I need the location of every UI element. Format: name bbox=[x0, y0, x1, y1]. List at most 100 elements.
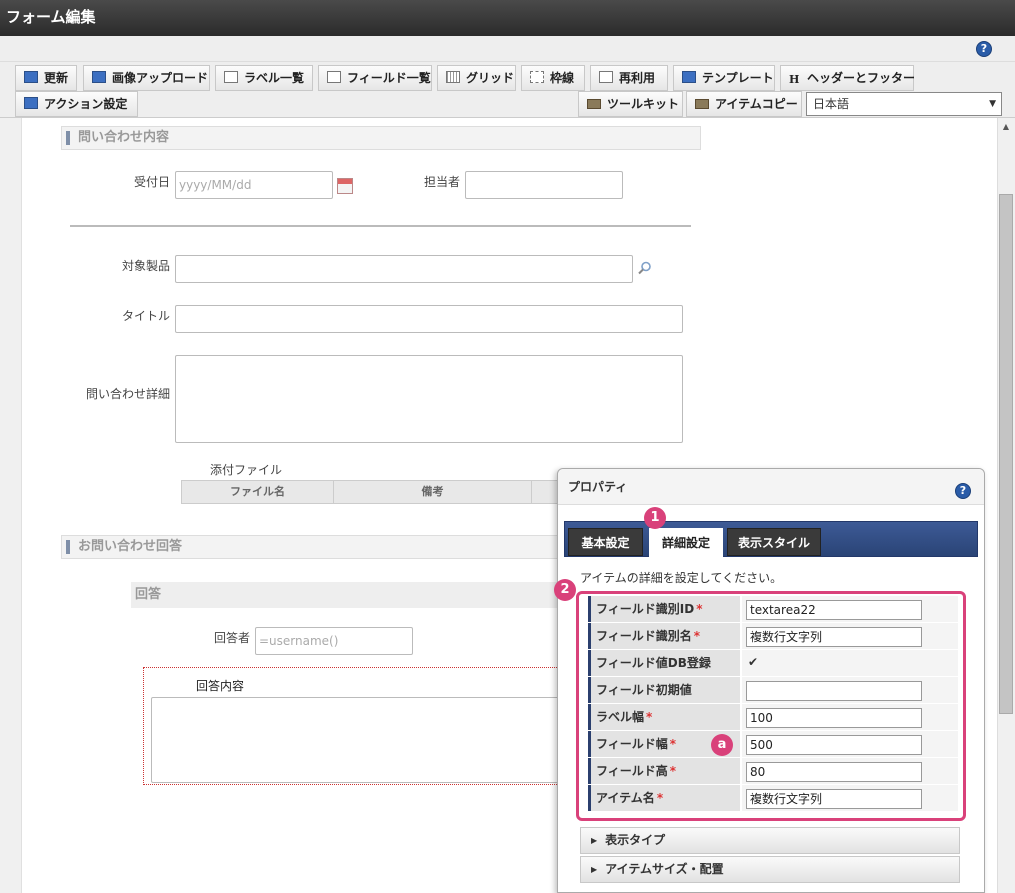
property-label-text: フィールド高 bbox=[596, 764, 668, 778]
assignee-label: 担当者 bbox=[423, 175, 460, 189]
header-footer-icon: H bbox=[789, 73, 800, 86]
property-label-text: アイテム名 bbox=[596, 791, 655, 805]
section-answer[interactable]: お問い合わせ回答 bbox=[61, 535, 561, 559]
answerer-input[interactable]: =username() bbox=[255, 627, 413, 655]
item-name-input[interactable]: 複数行文字列 bbox=[746, 789, 922, 809]
toolkit-button[interactable]: ツールキット bbox=[578, 91, 683, 117]
action-settings-button[interactable]: アクション設定 bbox=[15, 91, 138, 117]
property-row: アイテム名 * 複数行文字列 bbox=[588, 785, 958, 812]
field-list-button[interactable]: フィールド一覧 bbox=[318, 65, 432, 91]
reuse-icon bbox=[599, 71, 613, 83]
column-remarks: 備考 bbox=[334, 481, 532, 503]
grid-button[interactable]: グリッド bbox=[437, 65, 516, 91]
title-input[interactable] bbox=[175, 305, 683, 333]
refresh-button[interactable]: 更新 bbox=[15, 65, 77, 91]
chevron-right-icon: ▶ bbox=[591, 865, 598, 874]
property-value-cell: 複数行文字列 bbox=[742, 623, 958, 649]
scroll-up-icon[interactable]: ▲ bbox=[997, 119, 1015, 135]
tab-detail-settings[interactable]: 詳細設定 bbox=[649, 528, 723, 558]
required-mark: * bbox=[646, 710, 653, 724]
item-copy-button[interactable]: アイテムコピー bbox=[686, 91, 802, 117]
language-value: 日本語 bbox=[813, 97, 850, 111]
property-label: フィールド識別名 * bbox=[588, 623, 740, 649]
field-id-input[interactable]: textarea22 bbox=[746, 600, 922, 620]
refresh-icon bbox=[24, 71, 38, 83]
help-icon[interactable]: ? bbox=[976, 41, 992, 57]
property-label-text: フィールド値DB登録 bbox=[596, 656, 711, 670]
label-list-label: ラベル一覧 bbox=[244, 71, 305, 85]
property-value-cell bbox=[742, 677, 958, 703]
scrollbar-thumb[interactable] bbox=[999, 194, 1013, 714]
toolkit-icon bbox=[587, 99, 601, 109]
answerer-label: 回答者 bbox=[213, 631, 250, 645]
received-date-input[interactable]: yyyy/MM/dd bbox=[175, 171, 333, 199]
border-button[interactable]: 枠線 bbox=[521, 65, 585, 91]
left-gutter bbox=[0, 118, 22, 893]
property-value-cell: 複数行文字列 bbox=[742, 785, 958, 811]
property-row: フィールド初期値 bbox=[588, 677, 958, 704]
grid-label: グリッド bbox=[466, 71, 515, 85]
property-value-cell: 500 bbox=[742, 731, 958, 757]
field-name-input[interactable]: 複数行文字列 bbox=[746, 627, 922, 647]
property-label-text: フィールド幅 bbox=[596, 737, 668, 751]
property-row: フィールド識別ID * textarea22 bbox=[588, 596, 958, 623]
product-label: 対象製品 bbox=[121, 259, 170, 273]
property-row: ラベル幅 * 100 bbox=[588, 704, 958, 731]
required-mark: * bbox=[656, 791, 664, 805]
attachment-table[interactable]: ファイル名 備考 bbox=[181, 480, 561, 504]
detail-textarea[interactable] bbox=[175, 355, 683, 443]
accordion-label: 表示タイプ bbox=[605, 833, 666, 847]
property-value-cell: 100 bbox=[742, 704, 958, 730]
item-copy-label: アイテムコピー bbox=[715, 97, 798, 111]
template-icon bbox=[682, 71, 696, 83]
property-label: ラベル幅 * bbox=[588, 704, 740, 730]
label-list-button[interactable]: ラベル一覧 bbox=[215, 65, 313, 91]
action-icon bbox=[24, 97, 38, 109]
accordion-item-size[interactable]: ▶ アイテムサイズ・配置 bbox=[580, 856, 960, 883]
callout-badge-2: 2 bbox=[554, 579, 576, 601]
search-icon[interactable] bbox=[638, 261, 652, 275]
db-register-checkbox[interactable]: ✔ bbox=[748, 656, 760, 668]
header-footer-button[interactable]: H ヘッダーとフッター bbox=[780, 65, 915, 91]
property-panel: プロパティ ? 基本設定 詳細設定 表示スタイル アイテムの詳細を設定してくださ… bbox=[557, 468, 985, 893]
label-list-icon bbox=[224, 71, 238, 83]
answer-content-label: 回答内容 bbox=[195, 679, 244, 693]
received-date-label: 受付日 bbox=[133, 175, 170, 189]
required-mark: * bbox=[696, 602, 703, 616]
tab-display-style[interactable]: 表示スタイル bbox=[727, 528, 821, 556]
field-height-input[interactable]: 80 bbox=[746, 762, 922, 782]
required-mark: * bbox=[669, 764, 677, 778]
label-width-input[interactable]: 100 bbox=[746, 708, 922, 728]
image-upload-button[interactable]: 画像アップロード bbox=[83, 65, 210, 91]
property-value-cell: textarea22 bbox=[742, 596, 958, 622]
template-button[interactable]: テンプレート bbox=[673, 65, 775, 91]
accordion-display-type[interactable]: ▶ 表示タイプ bbox=[580, 827, 960, 854]
toolkit-label: ツールキット bbox=[607, 97, 680, 111]
reuse-button[interactable]: 再利用 bbox=[590, 65, 668, 91]
property-row: フィールド識別名 * 複数行文字列 bbox=[588, 623, 958, 650]
property-row: フィールド幅 * 500 bbox=[588, 731, 958, 758]
initial-value-input[interactable] bbox=[746, 681, 922, 701]
answer-heading[interactable]: 回答 bbox=[131, 582, 561, 608]
divider bbox=[70, 225, 691, 227]
property-tabs: 基本設定 詳細設定 表示スタイル bbox=[564, 521, 978, 558]
required-mark: * bbox=[669, 737, 677, 751]
answer-content-textarea[interactable] bbox=[151, 697, 561, 783]
border-label: 枠線 bbox=[550, 71, 575, 85]
assignee-input[interactable] bbox=[465, 171, 623, 199]
field-width-input[interactable]: 500 bbox=[746, 735, 922, 755]
property-label-text: ラベル幅 bbox=[596, 710, 645, 724]
property-row: フィールド高 * 80 bbox=[588, 758, 958, 785]
section-inquiry[interactable]: 問い合わせ内容 bbox=[61, 126, 701, 150]
property-help-icon[interactable]: ? bbox=[955, 483, 971, 499]
item-copy-icon bbox=[695, 99, 709, 109]
product-input[interactable] bbox=[175, 255, 633, 283]
calendar-icon[interactable] bbox=[337, 178, 353, 194]
language-select[interactable]: 日本語 ▼ bbox=[806, 92, 1002, 116]
grid-icon bbox=[446, 71, 460, 83]
action-settings-label: アクション設定 bbox=[44, 97, 128, 111]
property-label: アイテム名 * bbox=[588, 785, 740, 811]
accordion-label: アイテムサイズ・配置 bbox=[605, 862, 724, 876]
property-label: フィールド初期値 bbox=[588, 677, 740, 703]
tab-basic-settings[interactable]: 基本設定 bbox=[568, 528, 643, 556]
